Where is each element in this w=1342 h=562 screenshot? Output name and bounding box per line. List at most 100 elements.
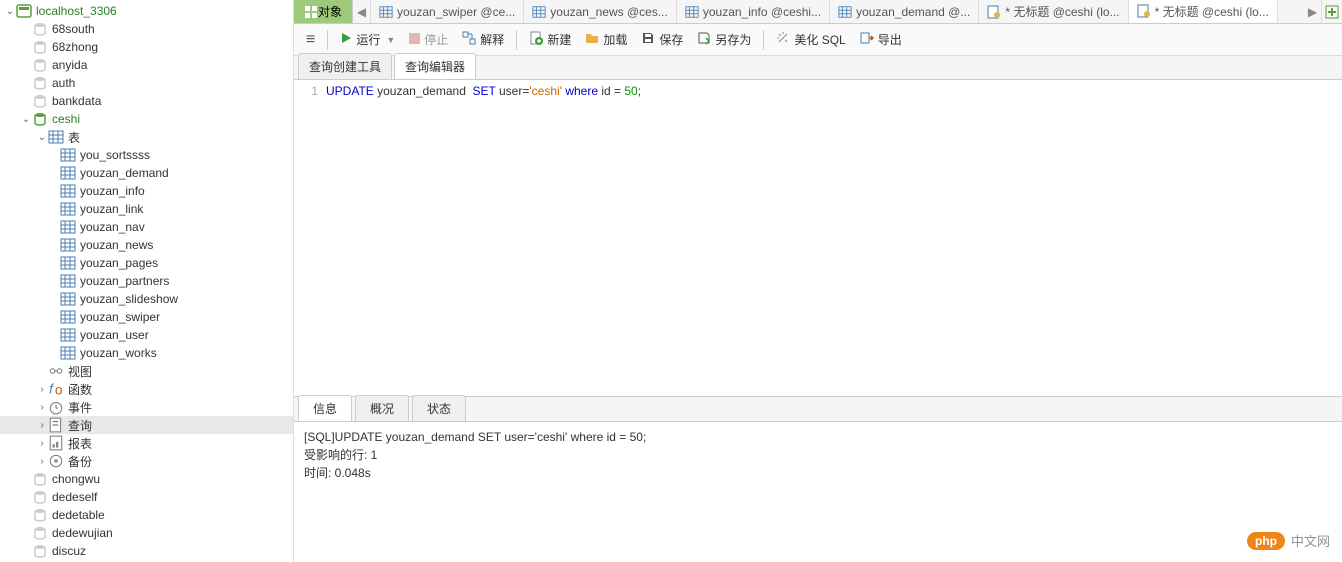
table-node[interactable]: youzan_demand xyxy=(0,164,293,182)
objects-tab[interactable]: 对象 xyxy=(294,0,353,23)
table-node[interactable]: youzan_slideshow xyxy=(0,290,293,308)
database-icon xyxy=(32,94,48,108)
result-output[interactable]: [SQL]UPDATE youzan_demand SET user='cesh… xyxy=(294,422,1342,562)
tab-status[interactable]: 状态 xyxy=(412,395,466,421)
database-node[interactable]: 68zhong xyxy=(0,38,293,56)
view-icon xyxy=(48,364,64,378)
file-tab[interactable]: youzan_swiper @ce... xyxy=(371,0,524,23)
table-node[interactable]: youzan_info xyxy=(0,182,293,200)
export-button[interactable]: 导出 xyxy=(854,28,908,51)
file-tab[interactable]: * 无标题 @ceshi (lo... xyxy=(1129,0,1278,23)
table-label: youzan_info xyxy=(80,184,145,198)
table-label: youzan_works xyxy=(80,346,157,360)
database-node[interactable]: dedeself xyxy=(0,488,293,506)
expand-arrow[interactable]: › xyxy=(36,384,48,395)
tables-group[interactable]: ⌄ 表 xyxy=(0,128,293,146)
database-node[interactable]: anyida xyxy=(0,56,293,74)
tab-label: youzan_news @ces... xyxy=(550,5,668,19)
database-node[interactable]: discuz xyxy=(0,542,293,560)
expand-arrow[interactable]: › xyxy=(36,420,48,431)
stop-icon xyxy=(409,33,420,47)
table-icon xyxy=(532,5,546,19)
file-tab[interactable]: youzan_news @ces... xyxy=(524,0,677,23)
database-icon xyxy=(32,40,48,54)
file-tab[interactable]: youzan_info @ceshi... xyxy=(677,0,830,23)
saveas-button[interactable]: 另存为 xyxy=(691,28,757,51)
query-icon xyxy=(48,418,64,432)
sidebar-tree[interactable]: ⌄ localhost_3306 68south 68zhong anyida aut… xyxy=(0,0,294,562)
database-node[interactable]: chongwu xyxy=(0,470,293,488)
svg-text:o: o xyxy=(55,383,63,397)
database-icon xyxy=(32,544,48,558)
sql-code[interactable]: UPDATE youzan_demand SET user='ceshi' wh… xyxy=(326,84,1342,396)
table-node[interactable]: you_sortssss xyxy=(0,146,293,164)
database-node[interactable]: dedetable xyxy=(0,506,293,524)
connection-node[interactable]: ⌄ localhost_3306 xyxy=(0,2,293,20)
sql-editor[interactable]: 1 UPDATE youzan_demand SET user='ceshi' … xyxy=(294,80,1342,396)
tab-query-editor[interactable]: 查询编辑器 xyxy=(394,53,476,79)
tab-profile[interactable]: 概况 xyxy=(355,395,409,421)
file-tab[interactable]: youzan_demand @... xyxy=(830,0,979,23)
query-icon xyxy=(987,5,1001,19)
database-node[interactable]: auth xyxy=(0,74,293,92)
tab-scroll-left[interactable]: ◀ xyxy=(353,0,371,23)
table-icon xyxy=(60,184,76,198)
tab-scroll-right[interactable]: ▶ xyxy=(1304,0,1322,23)
wand-icon xyxy=(776,31,790,48)
table-node[interactable]: youzan_link xyxy=(0,200,293,218)
expand-arrow[interactable]: ⌄ xyxy=(20,114,32,125)
expand-arrow[interactable]: › xyxy=(36,402,48,413)
separator xyxy=(516,30,517,50)
expand-arrow[interactable]: ⌄ xyxy=(4,6,16,17)
new-button[interactable]: 新建 xyxy=(523,28,577,51)
table-node[interactable]: youzan_news xyxy=(0,236,293,254)
query-icon xyxy=(1137,4,1151,18)
expand-arrow[interactable]: › xyxy=(36,456,48,467)
database-node[interactable]: 68south xyxy=(0,20,293,38)
tree-group-fx[interactable]: ›fo函数 xyxy=(0,380,293,398)
database-label: dedewujian xyxy=(52,526,113,540)
table-icon xyxy=(60,292,76,306)
stop-button[interactable]: 停止 xyxy=(403,28,454,51)
tab-info[interactable]: 信息 xyxy=(298,395,352,421)
expand-arrow[interactable]: › xyxy=(36,438,48,449)
backup-icon xyxy=(48,454,64,468)
database-node[interactable]: bankdata xyxy=(0,92,293,110)
beautify-button[interactable]: 美化 SQL xyxy=(770,28,851,51)
tree-group-backup[interactable]: ›备份 xyxy=(0,452,293,470)
table-label: youzan_nav xyxy=(80,220,145,234)
file-tab[interactable]: * 无标题 @ceshi (lo... xyxy=(979,0,1128,23)
tree-group-event[interactable]: ›事件 xyxy=(0,398,293,416)
database-icon xyxy=(32,526,48,540)
connection-icon xyxy=(16,4,32,18)
table-label: youzan_swiper xyxy=(80,310,160,324)
table-node[interactable]: youzan_user xyxy=(0,326,293,344)
tree-group-query[interactable]: ›查询 xyxy=(0,416,293,434)
save-button[interactable]: 保存 xyxy=(635,28,689,51)
database-node-active[interactable]: ⌄ ceshi xyxy=(0,110,293,128)
new-tab-button[interactable] xyxy=(1322,0,1342,23)
table-node[interactable]: youzan_swiper xyxy=(0,308,293,326)
run-button[interactable]: 运行▼ xyxy=(334,28,401,51)
dropdown-icon[interactable]: ▼ xyxy=(386,35,395,45)
table-node[interactable]: youzan_works xyxy=(0,344,293,362)
line-gutter: 1 xyxy=(294,84,326,396)
tree-group-view[interactable]: 视图 xyxy=(0,362,293,380)
new-icon xyxy=(529,31,543,48)
menu-button[interactable]: ≡ xyxy=(300,28,321,52)
tab-query-builder[interactable]: 查询创建工具 xyxy=(298,53,392,79)
load-button[interactable]: 加载 xyxy=(579,28,633,51)
play-icon xyxy=(340,32,352,47)
database-icon xyxy=(32,76,48,90)
tree-group-report[interactable]: ›报表 xyxy=(0,434,293,452)
explain-button[interactable]: 解释 xyxy=(456,28,510,51)
table-node[interactable]: youzan_pages xyxy=(0,254,293,272)
table-icon xyxy=(60,274,76,288)
table-node[interactable]: youzan_partners xyxy=(0,272,293,290)
database-label: 68zhong xyxy=(52,40,98,54)
database-node[interactable]: dedewujian xyxy=(0,524,293,542)
database-label: auth xyxy=(52,76,75,90)
database-label: discuz xyxy=(52,544,86,558)
table-node[interactable]: youzan_nav xyxy=(0,218,293,236)
expand-arrow[interactable]: ⌄ xyxy=(36,132,48,143)
